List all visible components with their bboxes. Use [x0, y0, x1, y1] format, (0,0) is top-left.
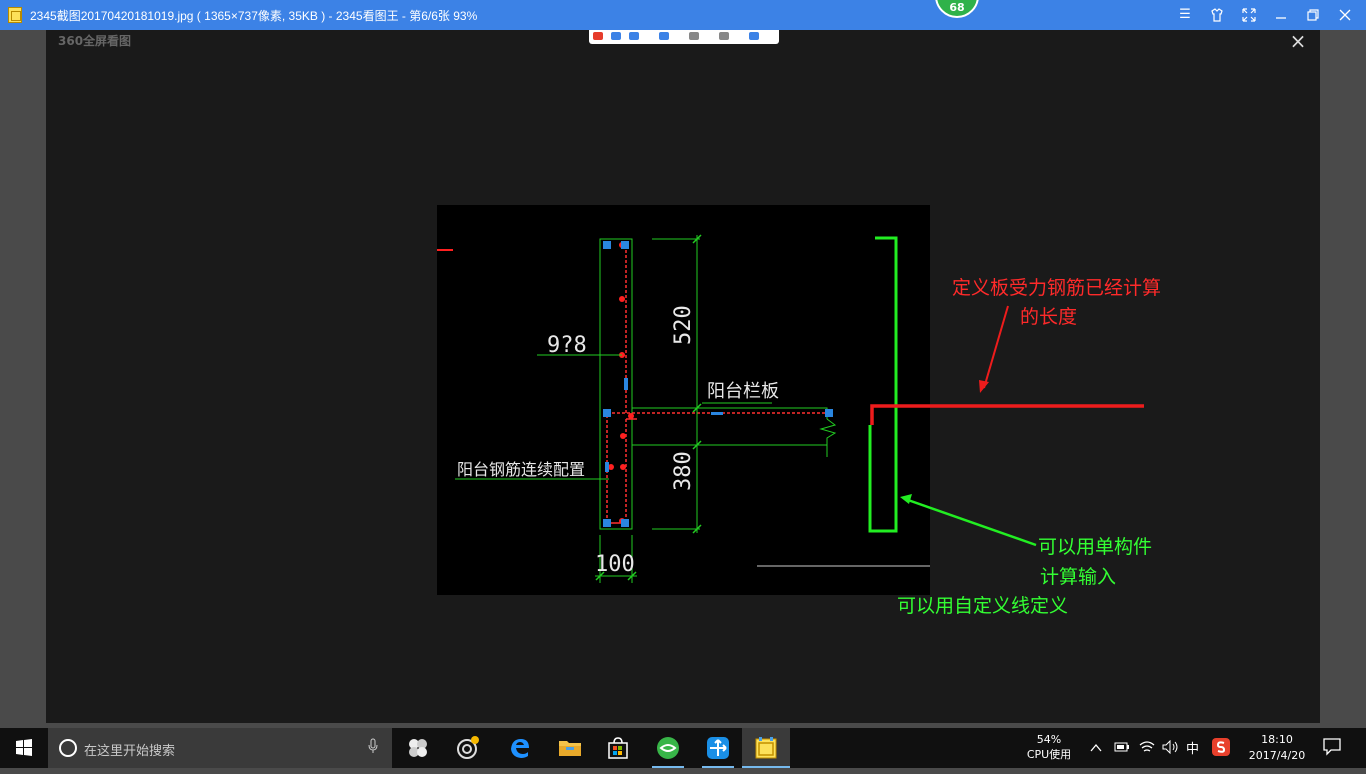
- cad-drawing: 9?8 520 380 100 阳台栏板 阳台钢筋连续配置: [437, 205, 930, 595]
- store-icon[interactable]: [594, 728, 642, 768]
- start-button[interactable]: [0, 728, 48, 768]
- balcony-panel-label: 阳台栏板: [707, 381, 779, 402]
- green-annotation-line1: 可以用单构件: [1038, 536, 1153, 558]
- system-clock[interactable]: 18:10 2017/4/20: [1242, 732, 1312, 764]
- viewer-toolbar-strip[interactable]: [589, 30, 779, 44]
- browser-swirl-icon[interactable]: [444, 728, 492, 768]
- dim-520: 520: [671, 305, 696, 345]
- image-viewer[interactable]: 360全屏看图 × 9?8 520 380 100 阳台栏板 阳台钢筋连续配置 …: [46, 30, 1320, 723]
- clock-time: 18:10: [1261, 733, 1293, 746]
- microphone-icon[interactable]: [368, 738, 378, 758]
- menu-icon[interactable]: ☰: [1170, 0, 1200, 30]
- green-annotation-line3: 可以用自定义线定义: [897, 595, 1069, 617]
- minimize-button[interactable]: [1266, 0, 1296, 30]
- search-placeholder: 在这里开始搜索: [84, 744, 176, 759]
- 360-browser-icon[interactable]: [644, 728, 692, 768]
- cpu-usage[interactable]: 54% CPU使用: [1022, 732, 1076, 762]
- windows-logo-icon: [16, 739, 32, 756]
- show-hidden-icons-chevron-icon[interactable]: [1090, 738, 1102, 758]
- close-button[interactable]: [1330, 0, 1360, 30]
- 2345-viewer-icon[interactable]: [742, 728, 790, 768]
- restore-button[interactable]: [1298, 0, 1328, 30]
- edge-browser-icon[interactable]: [496, 728, 544, 768]
- ime-indicator[interactable]: 中: [1186, 738, 1199, 757]
- cad-drawing-svg: 9?8 520 380 100 阳台栏板 阳台钢筋连续配置: [437, 234, 930, 583]
- viewer-brand: 360全屏看图: [58, 34, 132, 48]
- window-title: 2345截图20170420181019.jpg ( 1365×737像素, 3…: [30, 9, 478, 23]
- sogou-input-icon[interactable]: [1212, 738, 1230, 760]
- rebar-label: 9?8: [547, 333, 587, 358]
- cpu-label: CPU使用: [1026, 748, 1072, 761]
- red-annotation-line1: 定义板受力钢筋已经计算: [952, 277, 1162, 299]
- file-explorer-icon[interactable]: [546, 728, 594, 768]
- dim-380: 380: [671, 451, 696, 491]
- dim-100: 100: [595, 552, 635, 577]
- title-bar: 2345截图20170420181019.jpg ( 1365×737像素, 3…: [0, 0, 1366, 30]
- fullscreen-icon[interactable]: [1234, 0, 1264, 30]
- action-center-icon[interactable]: [1322, 736, 1342, 756]
- clock-date: 2017/4/20: [1248, 749, 1306, 762]
- search-box[interactable]: 在这里开始搜索: [48, 728, 392, 768]
- battery-icon[interactable]: [1114, 738, 1130, 758]
- performance-badge[interactable]: 68: [935, 0, 979, 18]
- green-annotation-line2: 计算输入: [1040, 566, 1117, 588]
- cpu-percent: 54%: [1036, 733, 1062, 746]
- volume-icon[interactable]: [1162, 738, 1180, 758]
- balcony-config-label: 阳台钢筋连续配置: [457, 460, 585, 479]
- transfer-app-icon[interactable]: [694, 728, 742, 768]
- task-view-icon[interactable]: [394, 728, 442, 768]
- cortana-icon: [59, 739, 77, 757]
- taskbar: 在这里开始搜索 54% CPU使用 中 18:10 2017/4/20: [0, 728, 1366, 768]
- wifi-icon[interactable]: [1139, 738, 1155, 758]
- red-annotation-line2: 的长度: [1020, 306, 1078, 328]
- app-icon: [8, 7, 22, 23]
- skin-icon[interactable]: [1202, 0, 1232, 30]
- viewer-close-icon[interactable]: ×: [1286, 30, 1310, 54]
